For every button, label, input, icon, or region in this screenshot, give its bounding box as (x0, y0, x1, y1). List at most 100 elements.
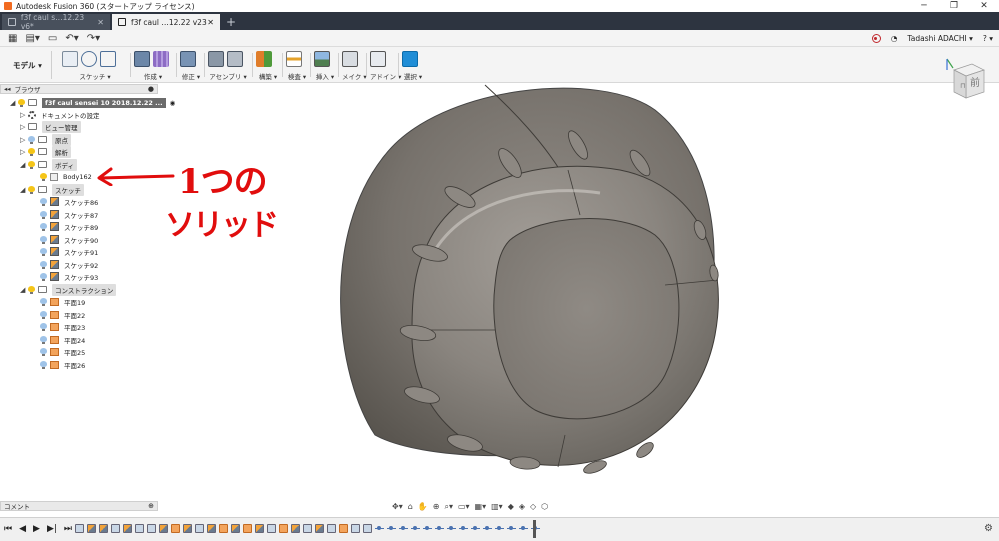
close-tab-icon[interactable]: ✕ (97, 18, 104, 27)
visibility-bulb-icon[interactable] (40, 260, 47, 269)
undo-icon[interactable]: ↶▾ (65, 33, 78, 44)
tree-node-bodies[interactable]: ◢ ボディ (20, 158, 78, 171)
timeline-event[interactable] (471, 524, 480, 533)
visibility-bulb-icon[interactable] (40, 222, 47, 231)
timeline-feature[interactable] (75, 524, 84, 533)
timeline-feature[interactable] (303, 524, 312, 533)
sketch-menu[interactable]: スケッチ ▾ (62, 71, 128, 81)
modify-menu[interactable]: 修正 ▾ (180, 71, 202, 81)
timeline-feature[interactable] (219, 524, 228, 533)
tree-node-named-views[interactable]: ▷ ビュー管理 (20, 120, 81, 133)
press-pull-icon[interactable] (180, 51, 196, 67)
timeline-event[interactable] (423, 524, 432, 533)
timeline-feature[interactable] (243, 524, 252, 533)
add-comment-icon[interactable]: ⊕ (148, 502, 154, 510)
workspace-switcher[interactable]: モデル ▾ (4, 51, 52, 79)
go-to-end-icon[interactable]: ⏭ (64, 524, 72, 534)
visual-style-edges-icon[interactable]: ◈ (519, 502, 525, 511)
timeline-event[interactable] (435, 524, 444, 533)
timeline-feature[interactable] (183, 524, 192, 533)
timeline-settings-gear-icon[interactable]: ⚙ (984, 523, 993, 534)
user-menu[interactable]: Tadashi ADACHI ▾ (907, 34, 972, 43)
modify-group[interactable]: 修正 ▾ (180, 51, 202, 81)
tree-node-plane[interactable]: 平面25 (40, 346, 85, 357)
tree-node-sketch[interactable]: スケッチ86 (40, 196, 98, 207)
assembly-group[interactable]: アセンブリ ▾ (208, 51, 248, 81)
data-panel-grid-icon[interactable]: ▦ (8, 33, 17, 44)
timeline-event[interactable] (483, 524, 492, 533)
offset-plane-icon[interactable] (256, 51, 272, 67)
joint-icon[interactable] (227, 51, 243, 67)
timeline-event[interactable] (519, 524, 528, 533)
visibility-bulb-icon[interactable] (40, 210, 47, 219)
close-tab-icon[interactable]: ✕ (207, 18, 214, 27)
visibility-bulb-icon[interactable] (28, 185, 35, 194)
visibility-bulb-icon[interactable] (40, 360, 47, 369)
visual-style-hidden-icon[interactable]: ◇ (530, 502, 536, 511)
visibility-bulb-icon[interactable] (40, 247, 47, 256)
tree-node-sketch[interactable]: スケッチ91 (40, 246, 98, 257)
new-tab-icon[interactable]: + (224, 15, 238, 29)
timeline-feature[interactable] (339, 524, 348, 533)
insert-canvas-icon[interactable] (314, 51, 330, 67)
extrude-icon[interactable] (134, 51, 150, 67)
timeline-marker[interactable] (533, 520, 536, 538)
timeline-feature[interactable] (159, 524, 168, 533)
collapse-triangle-icon[interactable]: ◢ (20, 161, 28, 169)
spline-icon[interactable] (81, 51, 97, 67)
timeline-event[interactable] (411, 524, 420, 533)
tree-node-document-settings[interactable]: ▷ ドキュメントの設定 (20, 109, 100, 120)
scripts-addins-icon[interactable] (370, 51, 386, 67)
timeline-feature[interactable] (123, 524, 132, 533)
timeline-feature[interactable] (99, 524, 108, 533)
visibility-bulb-icon[interactable] (40, 272, 47, 281)
expand-triangle-icon[interactable]: ▷ (20, 148, 28, 156)
model-viewport[interactable] (300, 75, 740, 485)
expand-triangle-icon[interactable]: ▷ (20, 136, 28, 144)
sketch-group[interactable]: スケッチ ▾ (62, 51, 128, 81)
tree-node-plane[interactable]: 平面26 (40, 359, 85, 370)
viewcube[interactable]: 前 ⊓ (946, 58, 990, 102)
browser-root[interactable]: ◢ f3f caul sensei 10 2018.12.22 ... ◉ (10, 97, 175, 108)
go-to-start-icon[interactable]: ⏮ (4, 524, 12, 534)
select-cursor-icon[interactable] (402, 51, 418, 67)
zoom-icon[interactable]: ⊕ (433, 502, 440, 511)
create-sketch-icon[interactable] (62, 51, 78, 67)
visibility-bulb-icon[interactable] (40, 347, 47, 356)
collapse-triangle-icon[interactable]: ◢ (20, 286, 28, 294)
close-icon[interactable]: ✕ (969, 0, 999, 12)
tree-node-plane[interactable]: 平面23 (40, 321, 85, 332)
redo-icon[interactable]: ↷▾ (87, 33, 100, 44)
timeline-feature[interactable] (291, 524, 300, 533)
timeline-feature[interactable] (351, 524, 360, 533)
visibility-bulb-icon[interactable] (40, 335, 47, 344)
timeline-feature[interactable] (315, 524, 324, 533)
tree-node-plane[interactable]: 平面19 (40, 296, 85, 307)
timeline-event[interactable] (495, 524, 504, 533)
timeline-feature[interactable] (363, 524, 372, 533)
tree-node-body162[interactable]: Body162 (40, 171, 92, 182)
visibility-bulb-icon[interactable] (18, 98, 25, 107)
timeline-feature[interactable] (231, 524, 240, 533)
save-icon[interactable]: ▭ (48, 33, 57, 44)
timeline-event[interactable] (375, 524, 384, 533)
timeline-feature[interactable] (207, 524, 216, 533)
visibility-bulb-icon[interactable] (40, 172, 47, 181)
tree-node-sketch[interactable]: スケッチ87 (40, 209, 98, 220)
timeline-feature[interactable] (135, 524, 144, 533)
timeline-feature[interactable] (255, 524, 264, 533)
timeline-feature[interactable] (87, 524, 96, 533)
record-icon[interactable] (871, 34, 881, 43)
timeline-event[interactable] (447, 524, 456, 533)
look-at-icon[interactable]: ⌂ (408, 502, 413, 511)
create-group[interactable]: 作成 ▾ (134, 51, 172, 81)
timeline-feature[interactable] (171, 524, 180, 533)
collapse-browser-icon[interactable]: ◂◂ (4, 85, 11, 93)
timeline-event[interactable] (459, 524, 468, 533)
tree-node-sketch[interactable]: スケッチ89 (40, 221, 98, 232)
construct-group[interactable]: 構築 ▾ (256, 51, 280, 81)
form-icon[interactable] (153, 51, 169, 67)
visibility-bulb-icon[interactable] (40, 297, 47, 306)
timeline-feature[interactable] (195, 524, 204, 533)
visibility-bulb-icon[interactable] (28, 160, 35, 169)
